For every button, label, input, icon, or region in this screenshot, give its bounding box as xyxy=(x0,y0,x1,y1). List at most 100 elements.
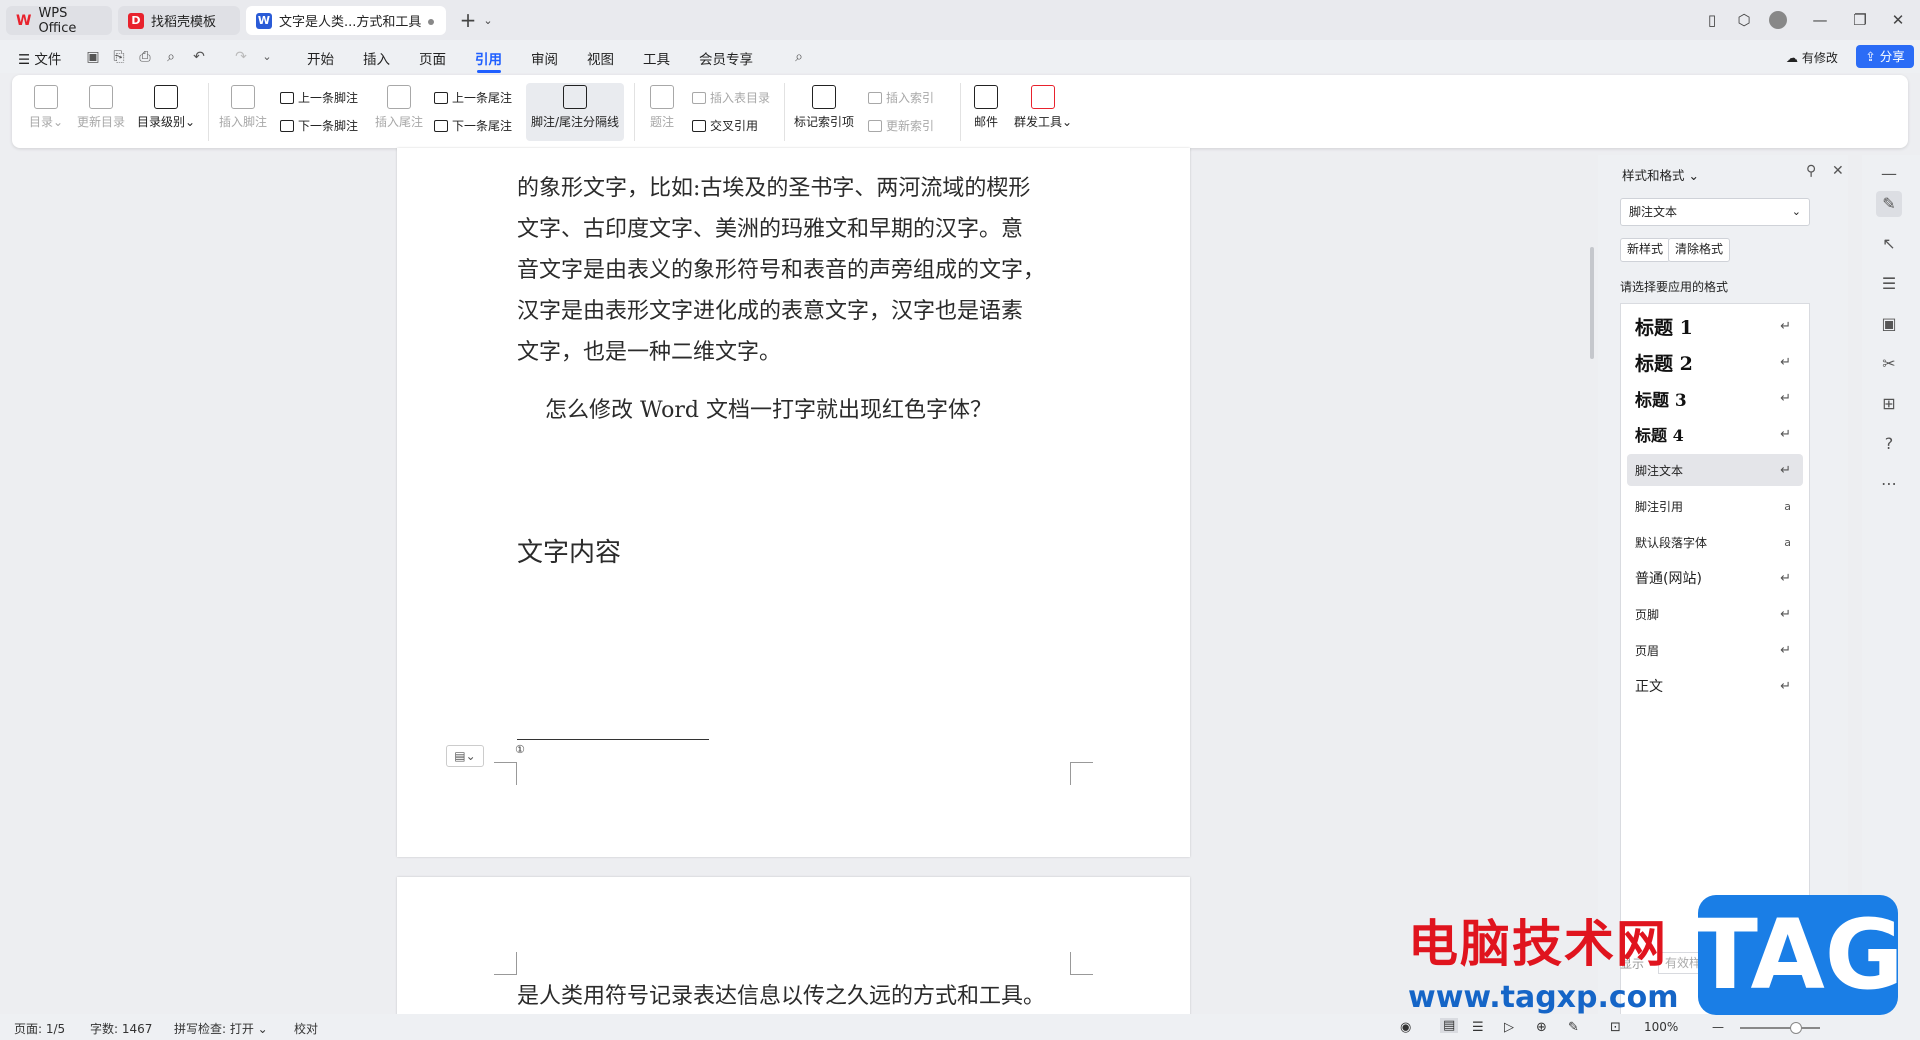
close-icon[interactable]: ✕ xyxy=(1886,8,1910,32)
style-footnote-reference[interactable]: 脚注引用 a xyxy=(1627,490,1803,522)
footnote-separator-line-button[interactable]: 脚注/尾注分隔线 xyxy=(528,85,622,130)
zoom-slider-thumb[interactable] xyxy=(1790,1022,1802,1034)
help-icon[interactable]: ? xyxy=(1876,431,1902,457)
layout-icon[interactable]: ▯ xyxy=(1700,8,1724,32)
export-pdf-icon[interactable]: ⎘ xyxy=(110,48,128,66)
menu-tools[interactable]: 工具 xyxy=(643,48,670,68)
menu-insert[interactable]: 插入 xyxy=(363,48,390,68)
eye-protect-icon[interactable]: ◉ xyxy=(1400,1020,1411,1035)
file-menu[interactable]: ☰ 文件 xyxy=(18,48,61,68)
update-toc-button[interactable]: 更新目录 xyxy=(74,85,128,130)
styles-panel-title[interactable]: 样式和格式 ⌄ xyxy=(1622,165,1699,184)
document-line[interactable]: 汉字是由表形文字进化成的表意文字，汉字也是语素 xyxy=(517,293,1023,325)
image-edit-icon[interactable]: ▣ xyxy=(1876,311,1902,337)
more-icon[interactable]: ⋯ xyxy=(1876,471,1902,497)
insert-index-button[interactable]: 插入索引 xyxy=(868,89,934,106)
tab-docer-templates[interactable]: D 找稻壳模板 xyxy=(118,6,240,35)
avatar[interactable] xyxy=(1766,8,1790,32)
footnote-mark[interactable]: ① xyxy=(515,743,525,756)
web-view-icon[interactable]: ⊕ xyxy=(1536,1020,1547,1035)
pen-view-icon[interactable]: ✎ xyxy=(1568,1020,1579,1035)
proofread-button[interactable]: 校对 xyxy=(294,1020,318,1037)
quick-access-more-icon[interactable]: ⌄ xyxy=(258,48,276,66)
panel-close-icon[interactable]: ✕ xyxy=(1832,163,1844,179)
style-heading-3[interactable]: 标题 3 ↵ xyxy=(1627,382,1803,414)
document-line[interactable]: 的象形文字，比如:古埃及的圣书字、两河流域的楔形 xyxy=(517,170,1030,202)
outline-view-icon[interactable]: ☰ xyxy=(1472,1020,1484,1035)
menu-home[interactable]: 开始 xyxy=(307,48,334,68)
document-question[interactable]: 怎么修改 Word 文档一打字就出现红色字体？ xyxy=(545,392,992,424)
mark-index-entry-button[interactable]: 标记索引项 xyxy=(792,85,856,130)
style-heading-4[interactable]: 标题 4 ↵ xyxy=(1627,418,1803,450)
menu-references[interactable]: 引用 xyxy=(475,48,502,68)
insert-footnote-button[interactable]: 插入脚注 xyxy=(216,85,270,130)
menu-review[interactable]: 审阅 xyxy=(531,48,558,68)
style-header[interactable]: 页眉 ↵ xyxy=(1627,634,1803,666)
spell-check-toggle[interactable]: 拼写检查: 打开 ⌄ xyxy=(174,1020,268,1037)
redo-icon[interactable]: ↷ xyxy=(232,48,250,66)
document-line[interactable]: 文字、古印度文字、美洲的玛雅文和早期的汉字。意 xyxy=(517,211,1023,243)
prev-endnote-button[interactable]: 上一条尾注 xyxy=(434,89,512,106)
share-button[interactable]: ⇪ 分享 xyxy=(1856,45,1914,68)
mail-merge-button[interactable]: 群发工具⌄ xyxy=(1012,85,1074,130)
paragraph-handle-icon[interactable]: ▤⌄ xyxy=(446,745,484,767)
restore-icon[interactable]: ❐ xyxy=(1848,8,1872,32)
scrollbar-thumb[interactable] xyxy=(1590,247,1594,359)
page-indicator[interactable]: 页面: 1/5 xyxy=(14,1020,65,1037)
word-count[interactable]: 字数: 1467 xyxy=(90,1020,152,1037)
search-icon[interactable]: ⌕ xyxy=(790,48,808,66)
insert-table-of-figures-button[interactable]: 插入表目录 xyxy=(692,89,770,106)
zoom-level[interactable]: 100% xyxy=(1644,1020,1678,1034)
save-icon[interactable]: ▣ xyxy=(84,48,102,66)
style-footer[interactable]: 页脚 ↵ xyxy=(1627,598,1803,630)
collapse-icon[interactable]: — xyxy=(1876,161,1902,187)
new-style-button[interactable]: 新样式 xyxy=(1620,238,1671,262)
cube-icon[interactable]: ⬡ xyxy=(1732,8,1756,32)
menu-member[interactable]: 会员专享 xyxy=(699,48,753,68)
cross-reference-button[interactable]: 交叉引用 xyxy=(692,117,758,134)
style-heading-1[interactable]: 标题 1 ↵ xyxy=(1627,310,1803,342)
zoom-out-icon[interactable]: — xyxy=(1712,1020,1724,1034)
print-preview-icon[interactable]: ⌕ xyxy=(162,48,180,66)
caption-button[interactable]: 题注 xyxy=(642,85,682,130)
document-line[interactable]: 文字，也是一种二维文字。 xyxy=(517,334,781,366)
tab-wps-office[interactable]: W WPS Office xyxy=(6,6,112,36)
menu-view[interactable]: 视图 xyxy=(587,48,614,68)
toc-level-button[interactable]: 目录级别⌄ xyxy=(134,85,198,130)
pin-icon[interactable]: ⚲ xyxy=(1806,163,1816,179)
undo-icon[interactable]: ↶ xyxy=(190,48,208,66)
toc-button[interactable]: 目录⌄ xyxy=(28,85,64,130)
minimize-icon[interactable]: — xyxy=(1808,8,1832,32)
style-heading-2[interactable]: 标题 2 ↵ xyxy=(1627,346,1803,378)
tools-icon[interactable]: ✂ xyxy=(1876,351,1902,377)
select-cursor-icon[interactable]: ↖ xyxy=(1876,231,1902,257)
next-endnote-button[interactable]: 下一条尾注 xyxy=(434,117,512,134)
style-normal-web[interactable]: 普通(网站) ↵ xyxy=(1627,562,1803,594)
document-scrollbar[interactable] xyxy=(1588,155,1596,1015)
style-default-paragraph-font[interactable]: 默认段落字体 a xyxy=(1627,526,1803,558)
style-body-text[interactable]: 正文 ↵ xyxy=(1627,670,1803,702)
next-footnote-button[interactable]: 下一条脚注 xyxy=(280,117,358,134)
zoom-slider[interactable] xyxy=(1740,1022,1820,1034)
fit-page-icon[interactable]: ⊡ xyxy=(1610,1020,1621,1035)
has-changes-indicator[interactable]: ☁ 有修改 xyxy=(1786,49,1838,66)
document-line[interactable]: 是人类用符号记录表达信息以传之久远的方式和工具。 xyxy=(517,978,1045,1010)
prev-footnote-button[interactable]: 上一条脚注 xyxy=(280,89,358,106)
tab-document[interactable]: W 文字是人类...方式和工具 xyxy=(246,6,446,35)
document-heading[interactable]: 文字内容 xyxy=(517,532,621,569)
mail-button[interactable]: 邮件 xyxy=(968,85,1004,130)
insert-endnote-button[interactable]: 插入尾注 xyxy=(372,85,426,130)
print-icon[interactable]: ⎙ xyxy=(136,48,154,66)
update-index-button[interactable]: 更新索引 xyxy=(868,117,934,134)
menu-page[interactable]: 页面 xyxy=(419,48,446,68)
clear-format-button[interactable]: 清除格式 xyxy=(1668,238,1731,262)
document-line[interactable]: 音文字是由表义的象形符号和表音的声旁组成的文字， xyxy=(517,252,1045,284)
tab-list-chevron-icon[interactable]: ⌄ xyxy=(476,8,500,32)
page-view-icon[interactable]: ▤ xyxy=(1440,1018,1459,1033)
translate-icon[interactable]: ⊞ xyxy=(1876,391,1902,417)
style-footnote-text[interactable]: 脚注文本 ↵ xyxy=(1627,454,1803,486)
settings-sliders-icon[interactable]: ☰ xyxy=(1876,271,1902,297)
play-icon[interactable]: ▷ xyxy=(1504,1020,1514,1035)
style-pen-icon[interactable]: ✎ xyxy=(1876,191,1902,217)
current-style-select[interactable]: 脚注文本 ⌄ xyxy=(1620,198,1810,226)
